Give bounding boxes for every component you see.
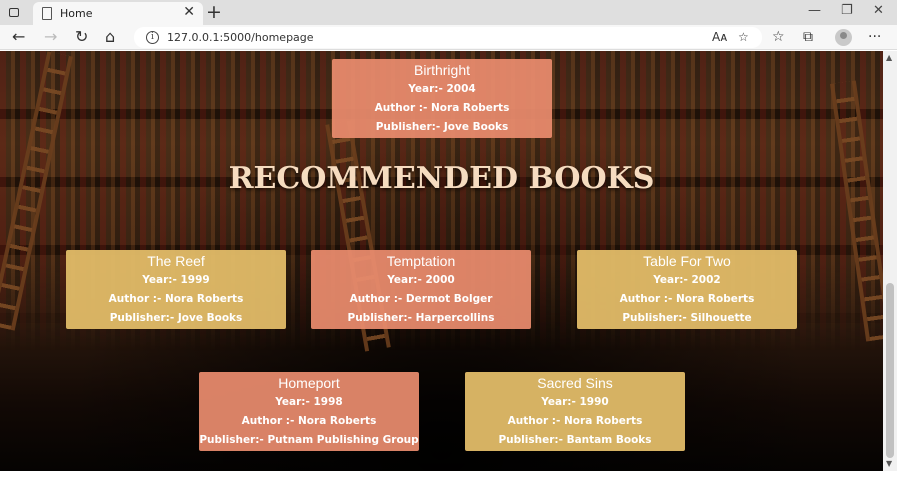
book-publisher: Publisher:- Bantam Books [498, 434, 652, 446]
add-favorite-icon[interactable]: ☆ [738, 30, 749, 44]
book-title: Sacred Sins [537, 375, 613, 391]
book-author: Author :- Nora Roberts [108, 293, 244, 305]
home-button[interactable]: ⌂ [105, 28, 115, 46]
book-title: Homeport [278, 375, 340, 391]
book-publisher: Publisher:- Harpercollins [347, 312, 495, 324]
vertical-scrollbar[interactable]: ▲ ▼ [883, 51, 897, 471]
book-year: Year:- 1999 [142, 274, 210, 286]
book-year: Year:- 1990 [541, 396, 609, 408]
minimize-button[interactable]: — [808, 3, 821, 18]
scroll-down-arrow-icon[interactable]: ▼ [886, 459, 892, 468]
restore-button[interactable]: ❐ [841, 3, 853, 18]
tab-bar: Home ✕ + — ❐ ✕ [0, 0, 897, 25]
book-card: Table For Two Year:- 2002 Author :- Nora… [577, 250, 797, 329]
more-menu-icon[interactable]: ··· [868, 29, 881, 45]
window-bottom-edge [0, 471, 897, 477]
book-publisher: Publisher:- Jove Books [109, 312, 243, 324]
favorites-icon[interactable]: ☆ [772, 29, 785, 45]
page-viewport: Birthright Year:- 2004 Author :- Nora Ro… [0, 51, 883, 471]
featured-book-card: Birthright Year:- 2004 Author :- Nora Ro… [332, 59, 552, 138]
book-author: Author :- Nora Roberts [241, 415, 377, 427]
book-title: The Reef [147, 253, 205, 269]
tab-home[interactable]: Home ✕ [33, 2, 203, 25]
url-text[interactable]: 127.0.0.1:5000/homepage [167, 31, 314, 44]
book-publisher: Publisher:- Jove Books [375, 121, 509, 133]
collections-icon[interactable]: ⧉ [803, 29, 813, 45]
book-card: The Reef Year:- 1999 Author :- Nora Robe… [66, 250, 286, 329]
book-author: Author :- Nora Roberts [507, 415, 643, 427]
tab-title: Home [60, 7, 93, 20]
tab-close-icon[interactable]: ✕ [183, 4, 195, 20]
book-year: Year:- 1998 [275, 396, 343, 408]
book-author: Author :- Dermot Bolger [349, 293, 493, 305]
book-title: Table For Two [643, 253, 731, 269]
read-aloud-icon[interactable]: Aᴀ [712, 30, 727, 44]
profile-avatar-icon[interactable] [835, 29, 852, 46]
tab-actions-icon[interactable] [6, 5, 22, 21]
book-card: Temptation Year:- 2000 Author :- Dermot … [311, 250, 531, 329]
book-publisher: Publisher:- Putnam Publishing Group [199, 434, 419, 446]
forward-button[interactable]: → [44, 28, 57, 46]
address-bar[interactable]: i 127.0.0.1:5000/homepage Aᴀ ☆ [134, 27, 762, 48]
book-year: Year:- 2004 [408, 83, 476, 95]
browser-toolbar: ← → ↻ ⌂ i 127.0.0.1:5000/homepage Aᴀ ☆ ☆… [0, 25, 897, 50]
scroll-thumb[interactable] [886, 283, 894, 458]
book-title: Temptation [386, 253, 456, 269]
back-button[interactable]: ← [12, 28, 25, 46]
book-year: Year:- 2000 [387, 274, 455, 286]
book-year: Year:- 2002 [653, 274, 721, 286]
site-info-icon[interactable]: i [146, 31, 159, 44]
window-close-button[interactable]: ✕ [873, 3, 884, 18]
scroll-up-arrow-icon[interactable]: ▲ [886, 53, 892, 62]
book-card: Sacred Sins Year:- 1990 Author :- Nora R… [465, 372, 685, 451]
page-title: RECOMMENDED BOOKS [228, 161, 655, 196]
book-author: Author :- Nora Roberts [619, 293, 755, 305]
book-title: Birthright [413, 62, 471, 78]
reload-button[interactable]: ↻ [75, 28, 88, 46]
page-icon [42, 7, 52, 20]
book-card: Homeport Year:- 1998 Author :- Nora Robe… [199, 372, 419, 451]
book-publisher: Publisher:- Silhouette [622, 312, 752, 324]
new-tab-button[interactable]: + [206, 1, 222, 23]
book-author: Author :- Nora Roberts [374, 102, 510, 114]
